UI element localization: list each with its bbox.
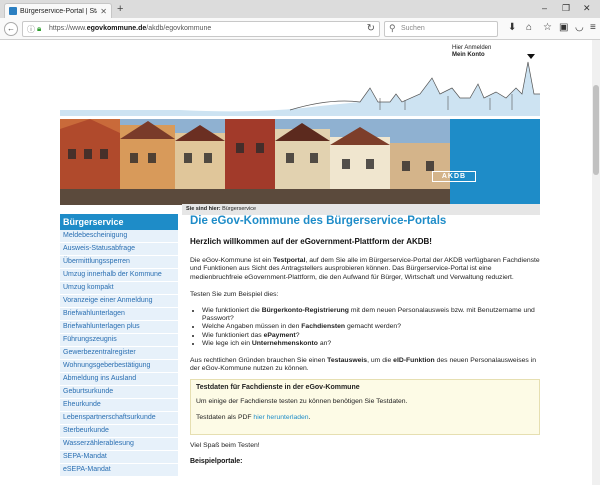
web-page: Hier Anmelden Mein Konto AKDB Sie sind h… <box>0 40 600 485</box>
download-link[interactable]: hier herunterladen <box>253 414 308 421</box>
sidebar-item-sepa-mandat[interactable]: SEPA-Mandat <box>60 451 178 464</box>
town-skyline-drawing <box>60 61 540 116</box>
tab-close-icon[interactable]: ✕ <box>100 7 107 16</box>
bookmark-star-icon[interactable]: ☆ <box>543 22 552 33</box>
sidebar-item-gewerbezentralregister[interactable]: Gewerbezentralregister <box>60 347 178 360</box>
sidebar-item-ausweis-statusabfrage[interactable]: Ausweis-Statusabfrage <box>60 243 178 256</box>
testdata-box: Testdaten für Fachdienste in der eGov-Ko… <box>190 379 540 436</box>
list-item: Welche Angaben müssen in den Fachdienste… <box>202 323 540 331</box>
try-paragraph: Testen Sie zum Beispiel dies: <box>190 291 279 299</box>
sidebar-item-esepa-mandat[interactable]: eSEPA-Mandat <box>60 464 178 477</box>
url-text: https://www.egovkommune.de/akdb/egovkomm… <box>49 25 212 32</box>
login-link[interactable]: Hier Anmelden Mein Konto <box>452 45 491 59</box>
town-houses-photo <box>60 119 450 205</box>
sidebar-item-geburtsurkunde[interactable]: Geburtsurkunde <box>60 386 178 399</box>
sidebar-item-meldebescheinigung[interactable]: Meldebescheinigung <box>60 230 178 243</box>
browser-nav-bar: ← ⓘ 🔒︎ https://www.egovkommune.de/akdb/e… <box>0 18 600 40</box>
feature-list: Wie funktioniert die Bürgerkonto-Registr… <box>190 307 540 349</box>
new-tab-button[interactable]: + <box>117 3 123 15</box>
akdb-logo-panel <box>450 119 540 205</box>
sidebar-item-wohnungsgeberbestaetigung[interactable]: Wohnungsgeberbestätigung <box>60 360 178 373</box>
sidebar-item-abmeldung-ausland[interactable]: Abmeldung ins Ausland <box>60 373 178 386</box>
info-icon[interactable]: ⓘ <box>27 24 35 35</box>
sidebar-item-lebenspartnerschaftsurkunde[interactable]: Lebenspartnerschaftsurkunde <box>60 412 178 425</box>
welcome-heading: Herzlich willkommen auf der eGovernment-… <box>190 237 432 246</box>
sidebar-item-eheurkunde[interactable]: Eheurkunde <box>60 399 178 412</box>
tab-title: Bürgerservice-Portal | Stad... <box>20 7 97 15</box>
sidebar-heading[interactable]: Bürgerservice <box>60 214 178 230</box>
page-title: Die eGov-Kommune des Bürgerservice-Porta… <box>190 215 447 227</box>
sidebar-item-briefwahlunterlagen[interactable]: Briefwahlunterlagen <box>60 308 178 321</box>
sidebar-nav: Bürgerservice Meldebescheinigung Ausweis… <box>60 214 178 477</box>
download-icon[interactable]: ⬇ <box>508 22 516 33</box>
intro-paragraph: Die eGov-Kommune ist ein Testportal, auf… <box>190 257 540 281</box>
browser-tab[interactable]: Bürgerservice-Portal | Stad... ✕ <box>4 3 112 18</box>
sidebar-item-briefwahlunterlagen-plus[interactable]: Briefwahlunterlagen plus <box>60 321 178 334</box>
maximize-button[interactable]: ❐ <box>562 3 570 14</box>
testdata-text: Um einige der Fachdienste testen zu könn… <box>196 398 408 406</box>
list-item: Wie lege ich ein Unternehmenskonto an? <box>202 340 540 348</box>
pocket-icon[interactable]: ◡ <box>575 22 584 33</box>
site-favicon-icon <box>9 7 17 15</box>
sidebar-item-fuehrungszeugnis[interactable]: Führungszeugnis <box>60 334 178 347</box>
list-item: Wie funktioniert das ePayment? <box>202 332 540 340</box>
minimize-button[interactable]: – <box>542 3 547 13</box>
testdata-title: Testdaten für Fachdienste in der eGov-Ko… <box>196 384 360 392</box>
examples-heading: Beispielportale: <box>190 457 243 465</box>
address-bar[interactable]: ⓘ 🔒︎ https://www.egovkommune.de/akdb/ego… <box>22 21 380 37</box>
sidebar-item-uebermittlungssperren[interactable]: Übermittlungssperren <box>60 256 178 269</box>
sidebar-item-umzug-innerhalb[interactable]: Umzug innerhalb der Kommune <box>60 269 178 282</box>
reload-icon[interactable]: ↻ <box>367 23 375 34</box>
login-line1[interactable]: Hier Anmelden <box>452 45 491 52</box>
header-banner <box>60 119 540 205</box>
akdb-logo[interactable]: AKDB <box>432 171 476 182</box>
breadcrumb-current: Bürgerservice <box>222 206 257 212</box>
legal-paragraph: Aus rechtlichen Gründen brauchen Sie ein… <box>190 356 536 373</box>
fun-text: Viel Spaß beim Testen! <box>190 442 260 450</box>
sidebar-item-wasserzaehlerablesung[interactable]: Wasserzählerablesung <box>60 438 178 451</box>
main-content: Die eGov-Kommune des Bürgerservice-Porta… <box>190 214 540 465</box>
close-window-button[interactable]: ✕ <box>583 3 591 14</box>
lock-icon: 🔒︎ <box>37 24 42 33</box>
sidebar-item-sterbeurkunde[interactable]: Sterbeurkunde <box>60 425 178 438</box>
back-arrow-icon[interactable]: ← <box>4 22 18 36</box>
search-input[interactable]: ⚲ Suchen <box>384 21 498 37</box>
breadcrumb-label: Sie sind hier: <box>186 206 221 212</box>
clipboard-icon[interactable]: ▣ <box>559 22 568 33</box>
sidebar-item-voranzeige-anmeldung[interactable]: Voranzeige einer Anmeldung <box>60 295 178 308</box>
home-icon[interactable]: ⌂ <box>526 22 532 33</box>
testdata-download: Testdaten als PDF hier herunterladen. <box>196 413 311 421</box>
search-icon: ⚲ <box>389 23 396 33</box>
menu-icon[interactable]: ≡ <box>590 22 596 33</box>
list-item: Wie funktioniert die Bürgerkonto-Registr… <box>202 307 540 324</box>
search-placeholder: Suchen <box>401 25 425 32</box>
sidebar-item-umzug-kompakt[interactable]: Umzug kompakt <box>60 282 178 295</box>
browser-tab-bar: Bürgerservice-Portal | Stad... ✕ + – ❐ ✕ <box>0 0 600 18</box>
